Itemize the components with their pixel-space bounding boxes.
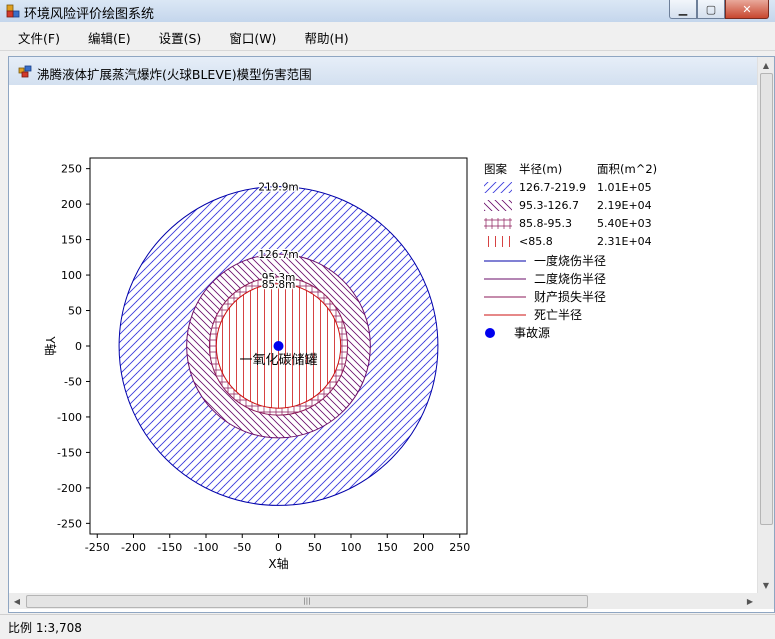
legend-line-label-2: 二度烧伤半径 <box>534 271 606 286</box>
y-tick-label: 50 <box>68 305 82 318</box>
y-tick-label: -100 <box>57 411 82 424</box>
document-icon <box>18 65 32 78</box>
window-title: 环境风险评价绘图系统 <box>24 7 155 22</box>
minimize-button[interactable]: ▁ <box>669 0 697 19</box>
scroll-right-icon[interactable]: ▶ <box>742 593 758 609</box>
y-tick-label: 150 <box>61 234 82 247</box>
y-tick-label: -200 <box>57 482 82 495</box>
radius-label-2: 126.7m <box>258 249 298 261</box>
status-scale: 比例 1:3,708 <box>8 621 82 635</box>
vertical-scrollbar[interactable]: ▲ ▼ <box>757 57 774 593</box>
scroll-up-icon[interactable]: ▲ <box>758 57 774 73</box>
legend-area-4: 2.31E+04 <box>597 235 652 248</box>
close-button[interactable]: ✕ <box>725 0 769 19</box>
legend-area-3: 5.40E+03 <box>597 217 652 230</box>
x-tick-label: 200 <box>413 541 434 554</box>
mdi-child-window: 沸腾液体扩展蒸汽爆炸(火球BLEVE)模型伤害范围 219.9m 126.7m … <box>8 56 775 613</box>
menu-bar: 文件(F) 编辑(E) 设置(S) 窗口(W) 帮助(H) <box>0 24 775 51</box>
storage-tank-label: 一氧化碳储罐 <box>239 353 317 368</box>
legend-range-4: <85.8 <box>519 235 553 248</box>
scroll-down-icon[interactable]: ▼ <box>758 577 774 593</box>
legend-area-1: 1.01E+05 <box>597 181 652 194</box>
app-icon <box>6 4 20 18</box>
legend-header-radius: 半径(m) <box>519 162 562 176</box>
x-tick-label: 250 <box>449 541 470 554</box>
menu-help[interactable]: 帮助(H) <box>294 28 358 47</box>
legend-swatch-4 <box>484 236 512 247</box>
legend-header-area: 面积(m^2) <box>597 162 657 176</box>
child-title-bar[interactable]: 沸腾液体扩展蒸汽爆炸(火球BLEVE)模型伤害范围 <box>9 57 774 85</box>
y-tick-label: 100 <box>61 269 82 282</box>
status-bar: 比例 1:3,708 <box>0 614 775 639</box>
scroll-left-icon[interactable]: ◀ <box>9 593 25 609</box>
legend-point-label: 事故源 <box>514 325 550 340</box>
legend-swatch-1 <box>484 182 512 193</box>
legend-line-label-1: 一度烧伤半径 <box>534 253 606 268</box>
x-axis-label: X轴 <box>268 556 288 571</box>
radius-label-4: 85.8m <box>262 279 296 291</box>
x-tick-label: 50 <box>308 541 322 554</box>
x-tick-label: 100 <box>341 541 362 554</box>
x-tick-label: -150 <box>157 541 182 554</box>
maximize-button[interactable]: ▢ <box>697 0 725 19</box>
legend-header-pattern: 图案 <box>484 162 507 176</box>
y-tick-label: 200 <box>61 198 82 211</box>
legend-range-1: 126.7-219.9 <box>519 181 586 194</box>
legend-point-marker <box>485 328 495 338</box>
horizontal-scrollbar[interactable]: ◀ ||| ▶ <box>9 593 758 609</box>
vertical-scroll-thumb[interactable] <box>760 73 773 525</box>
title-bar[interactable]: 环境风险评价绘图系统 ▁ ▢ ✕ <box>0 0 775 22</box>
x-tick-label: -200 <box>121 541 146 554</box>
minimize-icon: ▁ <box>678 2 688 16</box>
x-tick-label: -50 <box>233 541 251 554</box>
x-tick-label: 150 <box>377 541 398 554</box>
legend-range-3: 85.8-95.3 <box>519 217 572 230</box>
legend-swatch-2 <box>484 200 512 211</box>
menu-settings[interactable]: 设置(S) <box>149 28 212 47</box>
y-tick-label: 0 <box>75 340 82 353</box>
x-tick-label: -250 <box>85 541 110 554</box>
chart: 219.9m126.7m95.3m85.8m-250 -200 -150 -100 -5… <box>43 157 657 571</box>
legend-line-label-3: 财产损失半径 <box>534 289 606 304</box>
y-tick-label: -250 <box>57 517 82 530</box>
horizontal-scroll-thumb[interactable]: ||| <box>26 595 588 608</box>
child-title: 沸腾液体扩展蒸汽爆炸(火球BLEVE)模型伤害范围 <box>37 67 312 82</box>
scroll-corner <box>758 593 774 609</box>
app-window: 环境风险评价绘图系统 ▁ ▢ ✕ 文件(F) 编辑(E) 设置(S) 窗口(W)… <box>0 0 775 639</box>
maximize-icon: ▢ <box>705 2 717 16</box>
legend-area-2: 2.19E+04 <box>597 199 652 212</box>
legend-swatch-3 <box>484 218 512 229</box>
legend-line-label-4: 死亡半径 <box>534 308 582 322</box>
menu-window[interactable]: 窗口(W) <box>219 28 286 47</box>
y-axis-label: Y轴 <box>43 335 58 355</box>
x-tick-label: -100 <box>194 541 219 554</box>
legend-range-2: 95.3-126.7 <box>519 199 579 212</box>
close-icon: ✕ <box>742 2 752 16</box>
y-tick-label: -150 <box>57 446 82 459</box>
y-tick-label: 250 <box>61 163 82 176</box>
y-tick-label: -50 <box>64 375 82 388</box>
menu-edit[interactable]: 编辑(E) <box>78 28 141 47</box>
x-tick-label: 0 <box>275 541 282 554</box>
menu-file[interactable]: 文件(F) <box>8 28 70 47</box>
accident-source-point <box>273 341 284 351</box>
radius-label-1: 219.9m <box>258 182 298 194</box>
